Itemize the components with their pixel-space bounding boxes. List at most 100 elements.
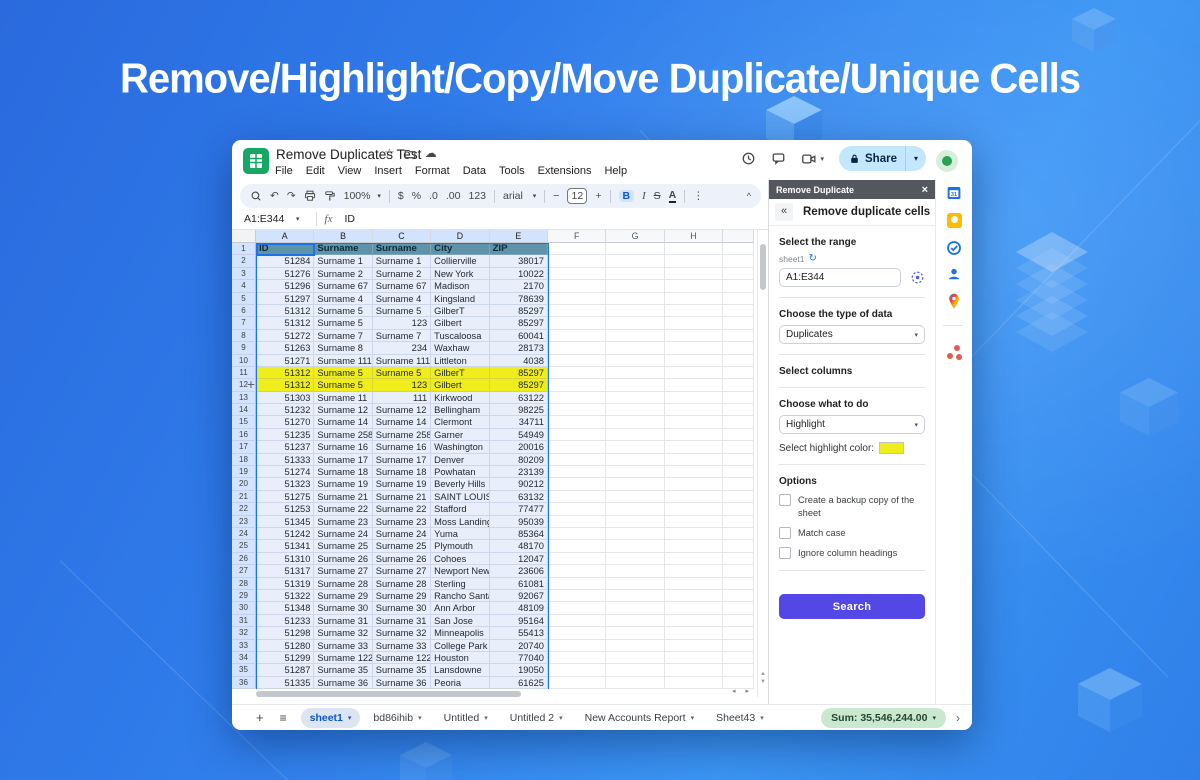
cell[interactable]: Tuscaloosa <box>431 329 490 343</box>
tab-sheet43[interactable]: Sheet43 ▾ <box>707 708 773 728</box>
cell[interactable]: 77040 <box>489 651 548 665</box>
row-number[interactable]: 3 <box>232 267 256 281</box>
cell[interactable]: Surname 21 <box>372 490 432 504</box>
cell-empty[interactable] <box>547 292 607 305</box>
menu-tools[interactable]: Tools <box>499 165 525 177</box>
cell[interactable]: Surname 33 <box>372 639 432 652</box>
cell[interactable]: 92067 <box>489 589 548 603</box>
cell[interactable]: Surname 24 <box>372 527 432 541</box>
decrease-decimal-button[interactable]: .0 <box>429 190 438 202</box>
cell[interactable]: Surname 30 <box>372 602 432 615</box>
strikethrough-button[interactable]: S <box>654 190 661 202</box>
cell-empty[interactable] <box>547 391 607 405</box>
cell-empty[interactable] <box>606 589 665 603</box>
menu-file[interactable]: File <box>275 165 293 177</box>
cell-empty[interactable] <box>723 602 755 615</box>
cell-empty[interactable] <box>606 602 665 615</box>
cell-empty[interactable] <box>664 639 724 652</box>
horizontal-scrollbar-thumb[interactable] <box>256 691 521 697</box>
cell[interactable]: Surname 30 <box>314 602 373 615</box>
cell[interactable]: Minneapolis <box>431 627 490 640</box>
cell[interactable]: New York <box>431 267 490 281</box>
horizontal-scrollbar[interactable] <box>232 689 757 698</box>
row-number[interactable]: 36 <box>232 676 256 690</box>
cell-empty[interactable] <box>606 676 665 690</box>
formula-input[interactable]: ID <box>344 213 355 225</box>
cell[interactable]: Stafford <box>431 503 490 516</box>
cell-empty[interactable] <box>547 243 607 256</box>
cell-empty[interactable] <box>664 478 724 491</box>
cell-empty[interactable] <box>723 651 755 665</box>
column-header-B[interactable]: B <box>314 230 373 243</box>
cell-empty[interactable] <box>664 577 724 590</box>
cell-empty[interactable] <box>547 515 607 528</box>
cell[interactable]: 51310 <box>256 552 315 566</box>
cell[interactable]: Peoria <box>431 676 490 690</box>
cell[interactable]: Surname 27 <box>314 565 373 578</box>
cell[interactable]: 85297 <box>489 366 548 380</box>
cell-empty[interactable] <box>606 317 665 330</box>
cell[interactable]: Surname 26 <box>314 552 373 566</box>
cell-empty[interactable] <box>606 366 665 380</box>
cell[interactable]: Surname 5 <box>314 366 373 380</box>
cell-empty[interactable] <box>547 540 607 553</box>
cell-empty[interactable] <box>664 428 724 442</box>
back-icon[interactable]: « <box>775 203 793 221</box>
comment-icon[interactable] <box>771 151 786 166</box>
cell-empty[interactable] <box>723 304 755 318</box>
vertical-scrollbar[interactable]: ▲ ▼ <box>757 230 768 697</box>
row-number[interactable]: 2 <box>232 255 256 268</box>
cell[interactable]: Surname 19 <box>372 478 432 491</box>
cell[interactable]: ZIP <box>489 243 548 256</box>
cell-empty[interactable] <box>664 329 724 343</box>
cell[interactable]: Surname 16 <box>372 441 432 454</box>
tab-bd86ihib[interactable]: bd86ihib ▾ <box>364 708 430 728</box>
row-number[interactable]: 20 <box>232 478 256 491</box>
cell[interactable]: 51233 <box>256 614 315 628</box>
cell-empty[interactable] <box>723 354 755 367</box>
cell-empty[interactable] <box>664 589 724 603</box>
keep-icon[interactable] <box>945 211 963 229</box>
format-percent-button[interactable]: % <box>412 190 421 202</box>
cell[interactable]: Surname 18 <box>372 466 432 479</box>
cell[interactable]: Washington <box>431 441 490 454</box>
cell-empty[interactable] <box>547 366 607 380</box>
cell[interactable]: Kingsland <box>431 292 490 305</box>
row-number[interactable]: 27 <box>232 565 256 578</box>
cell-empty[interactable] <box>664 515 724 528</box>
row-number[interactable]: 19 <box>232 466 256 479</box>
cell-empty[interactable] <box>723 329 755 343</box>
row-number[interactable]: 32 <box>232 627 256 640</box>
cell-empty[interactable] <box>606 540 665 553</box>
cell-empty[interactable] <box>547 466 607 479</box>
cell-empty[interactable] <box>664 565 724 578</box>
cell-empty[interactable] <box>723 280 755 293</box>
row-number[interactable]: 18 <box>232 453 256 467</box>
cell[interactable]: 2170 <box>489 280 548 293</box>
cell-empty[interactable] <box>664 304 724 318</box>
tasks-icon[interactable] <box>945 239 963 257</box>
maps-icon[interactable] <box>945 292 963 310</box>
cell-empty[interactable] <box>723 490 755 504</box>
cell[interactable]: 51284 <box>256 255 315 268</box>
chevron-right-icon[interactable]: › <box>956 711 960 725</box>
cell[interactable]: 51280 <box>256 639 315 652</box>
row-number[interactable]: 8 <box>232 329 256 343</box>
cell[interactable]: 38017 <box>489 255 548 268</box>
cell-empty[interactable] <box>723 416 755 429</box>
vertical-scrollbar-thumb[interactable] <box>760 244 766 290</box>
cell-empty[interactable] <box>606 280 665 293</box>
name-box[interactable]: A1:E344 <box>244 213 296 225</box>
meet-caret-icon[interactable]: ▾ <box>821 155 825 163</box>
cell[interactable]: 51319 <box>256 577 315 590</box>
cell-empty[interactable] <box>664 527 724 541</box>
cell[interactable]: 51271 <box>256 354 315 367</box>
cell[interactable]: Surname 7 <box>314 329 373 343</box>
cell-empty[interactable] <box>723 627 755 640</box>
cell[interactable]: 77477 <box>489 503 548 516</box>
cell[interactable]: 63122 <box>489 391 548 405</box>
tab-untitled-2[interactable]: Untitled 2 ▾ <box>501 708 572 728</box>
cell-empty[interactable] <box>664 255 724 268</box>
cell-empty[interactable] <box>547 441 607 454</box>
cell-empty[interactable] <box>664 317 724 330</box>
